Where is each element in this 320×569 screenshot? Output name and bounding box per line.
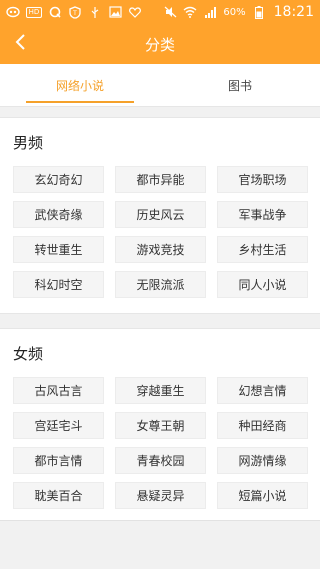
divider	[0, 313, 320, 329]
male-category-grid: 玄幻奇幻 都市异能 官场职场 武侠奇缘 历史风云 军事战争 转世重生 游戏竞技 …	[13, 166, 308, 298]
section-title-female: 女频	[13, 345, 44, 363]
wifi-icon	[183, 5, 197, 19]
image-icon	[108, 5, 122, 19]
tab-books[interactable]: 图书	[160, 64, 320, 106]
category-chip[interactable]: 种田经商	[217, 412, 308, 439]
category-chip[interactable]: 网游情缘	[217, 447, 308, 474]
category-chip[interactable]: 悬疑灵异	[115, 482, 206, 509]
category-chip[interactable]: 都市异能	[115, 166, 206, 193]
category-chip[interactable]: 同人小说	[217, 271, 308, 298]
back-button[interactable]	[8, 32, 32, 56]
category-chip[interactable]: 转世重生	[13, 236, 104, 263]
svg-text:T: T	[72, 10, 77, 17]
usb-icon	[88, 5, 102, 19]
category-chip[interactable]: 科幻时空	[13, 271, 104, 298]
category-chip[interactable]: 历史风云	[115, 201, 206, 228]
category-chip[interactable]: 幻想言情	[217, 377, 308, 404]
battery-icon	[252, 5, 266, 19]
chevron-left-icon	[14, 33, 26, 55]
divider	[0, 106, 320, 118]
category-chip[interactable]: 穿越重生	[115, 377, 206, 404]
status-right-icons: 60% 18:21	[163, 4, 314, 20]
section-title-male: 男频	[13, 134, 44, 152]
category-tabs: 网络小说 图书	[0, 64, 320, 106]
category-chip[interactable]: 青春校园	[115, 447, 206, 474]
category-chip[interactable]: 官场职场	[217, 166, 308, 193]
signal-icon	[203, 5, 217, 19]
category-chip[interactable]: 都市言情	[13, 447, 104, 474]
heart-icon	[128, 5, 142, 19]
battery-percent: 60%	[223, 6, 246, 18]
header-bar: 分类	[0, 24, 320, 64]
category-chip[interactable]: 军事战争	[217, 201, 308, 228]
category-chip[interactable]: 耽美百合	[13, 482, 104, 509]
category-chip[interactable]: 游戏竞技	[115, 236, 206, 263]
female-category-grid: 古风古言 穿越重生 幻想言情 宫廷宅斗 女尊王朝 种田经商 都市言情 青春校园 …	[13, 377, 308, 509]
category-chip[interactable]: 女尊王朝	[115, 412, 206, 439]
category-chip[interactable]: 宫廷宅斗	[13, 412, 104, 439]
female-section: 女频 古风古言 穿越重生 幻想言情 宫廷宅斗 女尊王朝 种田经商 都市言情 青春…	[0, 329, 320, 521]
status-bar: HD T 60% 18:21	[0, 0, 320, 24]
shield-icon: T	[68, 5, 82, 19]
mute-icon	[163, 5, 177, 19]
category-chip[interactable]: 武侠奇缘	[13, 201, 104, 228]
app-notification-icon	[6, 5, 20, 19]
category-chip[interactable]: 无限流派	[115, 271, 206, 298]
clock: 18:21	[273, 4, 314, 20]
category-chip[interactable]: 古风古言	[13, 377, 104, 404]
hd-icon: HD	[26, 6, 42, 18]
tab-web-novels[interactable]: 网络小说	[0, 64, 160, 106]
status-left-icons: HD T	[6, 5, 142, 19]
page-title: 分类	[144, 35, 175, 54]
category-chip[interactable]: 玄幻奇幻	[13, 166, 104, 193]
category-chip[interactable]: 短篇小说	[217, 482, 308, 509]
category-chip[interactable]: 乡村生活	[217, 236, 308, 263]
qq-icon	[48, 5, 62, 19]
male-section: 男频 玄幻奇幻 都市异能 官场职场 武侠奇缘 历史风云 军事战争 转世重生 游戏…	[0, 118, 320, 313]
